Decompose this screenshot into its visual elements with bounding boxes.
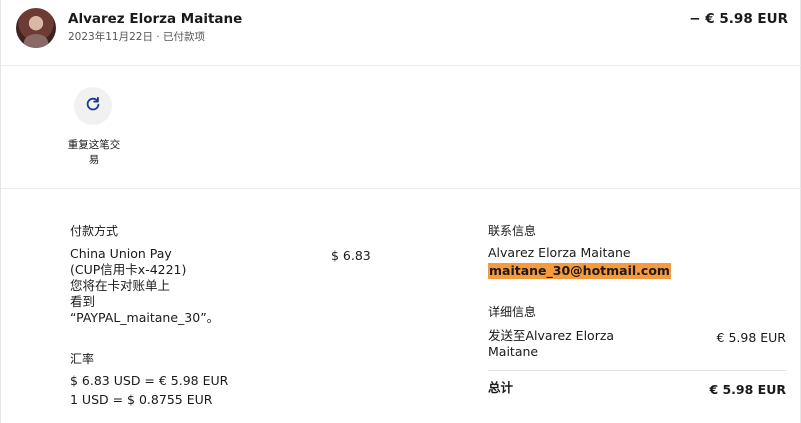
transaction-detail-panel: Alvarez Elorza Maitane 2023年11月22日 · 已付款… — [0, 0, 801, 423]
details-divider — [488, 370, 787, 371]
total-amount: € 5.98 EUR — [709, 382, 786, 397]
payment-method-title: 付款方式 — [70, 224, 119, 238]
payment-method-line: 您将在卡对账单上 — [70, 278, 171, 293]
payment-method-line: “PAYPAL_maitane_30”。 — [70, 310, 220, 325]
payment-method-line: 看到 — [70, 294, 96, 309]
repeat-transaction-label[interactable]: 重复这笔交易 — [63, 138, 125, 168]
actions-bar: 重复这笔交易 — [1, 66, 801, 189]
payment-method-line: China Union Pay — [70, 246, 172, 261]
sent-to-text: 发送至Alvarez Elorza Maitane — [488, 328, 688, 360]
total-label: 总计 — [488, 380, 514, 395]
payment-method-line: (CUP信用卡x-4221) — [70, 262, 187, 277]
sent-amount: € 5.98 EUR — [716, 330, 786, 345]
contact-info-title: 联系信息 — [488, 224, 537, 238]
details-title: 详细信息 — [488, 305, 537, 319]
exchange-rate-unit: 1 USD = $ 0.8755 EUR — [70, 392, 213, 407]
contact-name: Alvarez Elorza Maitane — [488, 245, 631, 260]
payee-name: Alvarez Elorza Maitane — [68, 11, 243, 27]
avatar — [16, 8, 56, 48]
contact-email[interactable]: maitane_30@hotmail.com — [488, 263, 671, 279]
sent-to-line: 发送至Alvarez Elorza — [488, 328, 615, 343]
sent-to-line: Maitane — [488, 344, 539, 359]
transaction-amount: − € 5.98 EUR — [689, 11, 788, 27]
transaction-header: Alvarez Elorza Maitane 2023年11月22日 · 已付款… — [1, 0, 801, 66]
contact-email-row: maitane_30@hotmail.com — [488, 263, 671, 279]
transaction-date-status: 2023年11月22日 · 已付款项 — [68, 31, 205, 43]
exchange-rate-line: $ 6.83 USD = € 5.98 EUR — [70, 373, 229, 388]
refresh-icon — [85, 96, 101, 116]
exchange-rate-title: 汇率 — [70, 352, 95, 366]
payment-amount: $ 6.83 — [331, 248, 371, 263]
repeat-transaction-button[interactable] — [74, 87, 112, 125]
payment-method-text: China Union Pay (CUP信用卡x-4221) 您将在卡对账单上 … — [70, 246, 270, 326]
